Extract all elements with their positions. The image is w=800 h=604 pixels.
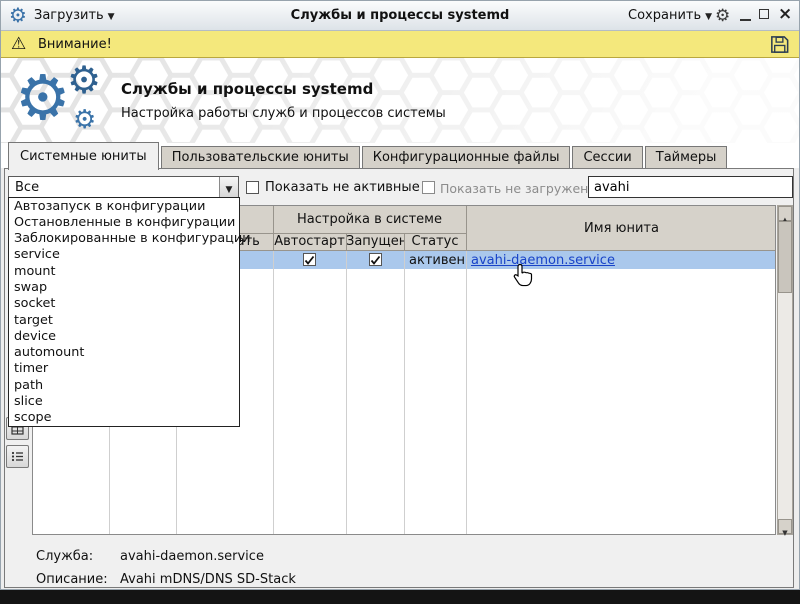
dropdown-option[interactable]: path xyxy=(9,377,239,393)
tab-config-files[interactable]: Конфигурационные файлы xyxy=(362,146,571,168)
dropdown-option[interactable]: Остановленные в конфигурации xyxy=(9,214,239,230)
load-button[interactable]: Загрузить▼ xyxy=(34,8,115,23)
checkmark-icon xyxy=(304,255,315,266)
header-gridline xyxy=(346,233,347,251)
header-gridline xyxy=(404,233,405,251)
logo-gear-large-icon: ⚙ xyxy=(15,66,71,130)
page-title: Службы и процессы systemd xyxy=(121,80,373,98)
header-gridline xyxy=(273,206,274,251)
running-checkbox[interactable] xyxy=(369,253,382,266)
settings-gear-icon[interactable]: ⚙ xyxy=(715,6,730,26)
warning-text: Внимание! xyxy=(38,37,112,52)
chevron-down-icon: ▼ xyxy=(226,185,233,195)
column-group-system: Настройка в системе xyxy=(273,206,466,233)
save-file-button[interactable] xyxy=(768,33,791,60)
autostart-checkbox[interactable] xyxy=(303,253,316,266)
dropdown-option[interactable]: timer xyxy=(9,361,239,377)
dropdown-option[interactable]: socket xyxy=(9,296,239,312)
checkmark-icon xyxy=(370,255,381,266)
warning-triangle-icon: ⚠ xyxy=(11,34,26,54)
scroll-down-button[interactable]: ▼ xyxy=(778,519,792,534)
search-input[interactable] xyxy=(588,176,793,198)
show-inactive-checkbox[interactable] xyxy=(246,181,259,194)
column-header-status: Статус xyxy=(404,233,466,251)
app-gear-icon: ⚙ xyxy=(9,4,27,26)
warning-bar: ⚠ Внимание! xyxy=(1,31,799,58)
description-label: Описание: xyxy=(36,572,108,587)
bottom-black-bar xyxy=(0,590,800,604)
tab-sessions[interactable]: Сессии xyxy=(572,146,642,168)
header-gridline xyxy=(466,206,467,251)
service-label: Служба: xyxy=(36,549,93,564)
service-value: avahi-daemon.service xyxy=(120,549,264,564)
vertical-scrollbar[interactable]: ▲ ▼ xyxy=(777,205,793,535)
maximize-button[interactable] xyxy=(759,9,769,19)
unit-type-dropdown: Автозапуск в конфигурации Остановленные … xyxy=(8,197,240,427)
dropdown-option[interactable]: automount xyxy=(9,345,239,361)
tab-system-units[interactable]: Системные юниты xyxy=(8,142,159,170)
scrollbar-thumb[interactable] xyxy=(778,221,792,293)
column-header-autostart: Автостарт xyxy=(273,233,346,251)
description-value: Avahi mDNS/DNS SD-Stack xyxy=(120,572,296,587)
column-header-running: Запущен xyxy=(346,233,404,251)
dropdown-option[interactable]: device xyxy=(9,328,239,344)
tab-user-units[interactable]: Пользовательские юниты xyxy=(161,146,360,168)
dropdown-option[interactable]: swap xyxy=(9,279,239,295)
scroll-up-button[interactable]: ▲ xyxy=(778,206,792,221)
page-subtitle: Настройка работы служб и процессов систе… xyxy=(121,106,446,121)
body-gridline xyxy=(466,251,467,534)
status-cell: активен xyxy=(409,253,465,268)
show-inactive-label: Показать не активные xyxy=(265,180,420,195)
chevron-down-icon: ▼ xyxy=(108,12,115,22)
floppy-disk-icon xyxy=(768,33,791,56)
column-header-unit-name: Имя юнита xyxy=(466,206,777,251)
title-bar: ⚙ Загрузить▼ Службы и процессы systemd С… xyxy=(1,1,799,31)
logo-gear-medium-icon: ⚙ xyxy=(67,60,101,100)
show-unloaded-checkbox[interactable] xyxy=(422,181,435,194)
body-gridline xyxy=(273,251,274,534)
body-gridline xyxy=(404,251,405,534)
minimize-button[interactable] xyxy=(740,13,751,21)
combobox-arrow-button[interactable]: ▼ xyxy=(219,177,238,197)
dropdown-option[interactable]: service xyxy=(9,247,239,263)
dropdown-option[interactable]: Заблокированные в конфигурации xyxy=(9,231,239,247)
unit-type-combobox[interactable]: Все ▼ xyxy=(8,176,239,198)
dropdown-option[interactable]: Автозапуск в конфигурации xyxy=(9,198,239,214)
combobox-value: Все xyxy=(15,180,39,195)
dropdown-option[interactable]: target xyxy=(9,312,239,328)
save-button[interactable]: Сохранить▼ xyxy=(628,8,712,23)
hexagon-fade xyxy=(1,58,799,143)
dropdown-option[interactable]: mount xyxy=(9,263,239,279)
dropdown-option[interactable]: scope xyxy=(9,410,239,426)
tab-bar: Системные юниты Пользовательские юниты К… xyxy=(8,142,729,170)
tab-timers[interactable]: Таймеры xyxy=(645,146,728,168)
app-header: ⚙ ⚙ ⚙ Службы и процессы systemd Настройк… xyxy=(1,58,799,143)
close-button[interactable]: × xyxy=(778,4,792,24)
arrow-down-icon: ▼ xyxy=(782,529,787,537)
unit-name-link[interactable]: avahi-daemon.service xyxy=(471,253,615,268)
dropdown-option[interactable]: slice xyxy=(9,393,239,409)
toolbar-button-list[interactable] xyxy=(6,445,29,468)
chevron-down-icon: ▼ xyxy=(705,12,712,22)
list-icon xyxy=(11,450,24,463)
hand-cursor-icon xyxy=(512,263,534,291)
logo-gear-small-icon: ⚙ xyxy=(73,106,96,134)
body-gridline xyxy=(346,251,347,534)
